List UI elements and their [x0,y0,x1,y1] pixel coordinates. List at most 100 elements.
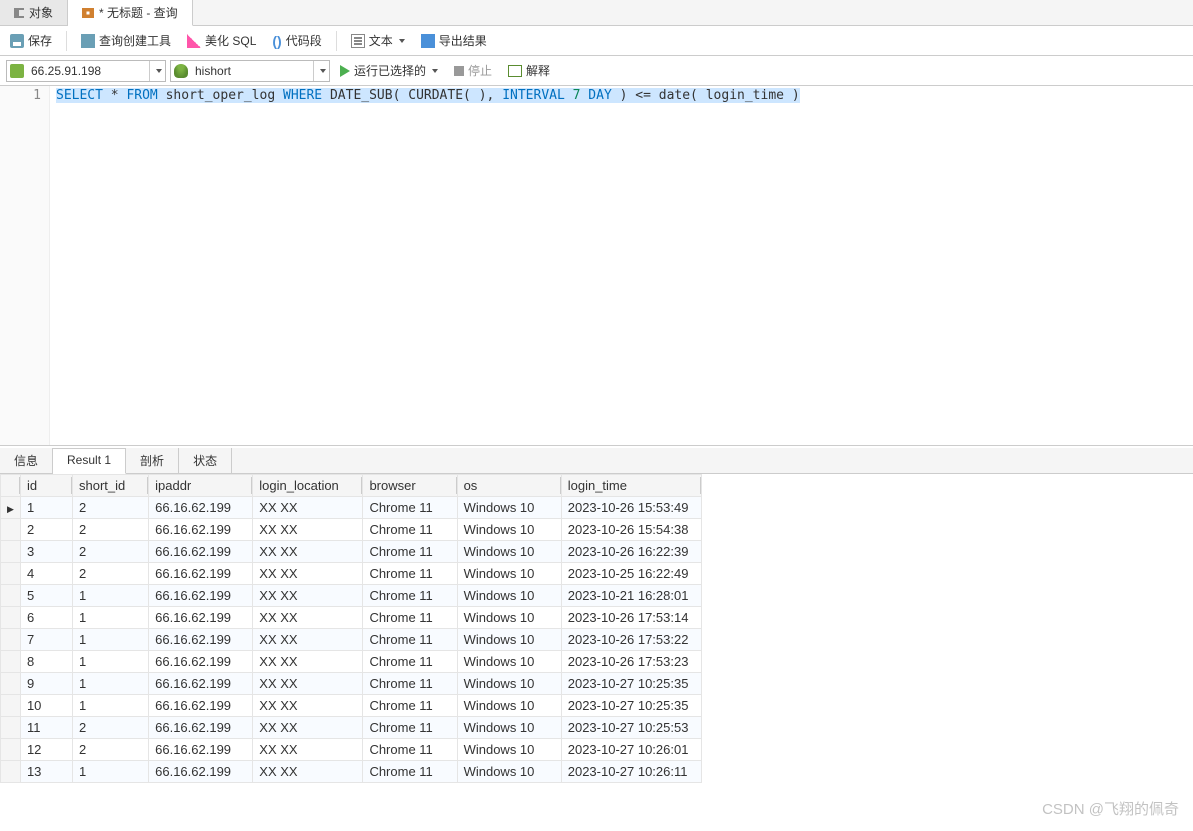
row-pointer[interactable] [1,519,21,541]
cell-id[interactable]: 8 [20,651,72,673]
save-button[interactable]: 保存 [4,29,58,52]
cell-id[interactable]: 9 [20,673,72,695]
table-row[interactable]: 13166.16.62.199XX XXChrome 11Windows 102… [1,761,702,783]
result-grid[interactable]: id short_id ipaddr login_location browse… [0,474,702,783]
cell-login_location[interactable]: XX XX [253,563,363,585]
cell-os[interactable]: Windows 10 [457,673,561,695]
cell-short_id[interactable]: 2 [73,519,149,541]
cell-id[interactable]: 2 [20,519,72,541]
table-row[interactable]: 11266.16.62.199XX XXChrome 11Windows 102… [1,717,702,739]
col-id[interactable]: id [20,475,72,497]
cell-ipaddr[interactable]: 66.16.62.199 [149,541,253,563]
cell-browser[interactable]: Chrome 11 [363,519,457,541]
cell-short_id[interactable]: 1 [73,761,149,783]
cell-browser[interactable]: Chrome 11 [363,541,457,563]
cell-id[interactable]: 13 [20,761,72,783]
cell-login_location[interactable]: XX XX [253,519,363,541]
snippet-button[interactable]: () 代码段 [266,29,327,52]
cell-login_location[interactable]: XX XX [253,651,363,673]
cell-browser[interactable]: Chrome 11 [363,717,457,739]
table-row[interactable]: 1266.16.62.199XX XXChrome 11Windows 1020… [1,497,702,519]
row-pointer[interactable] [1,739,21,761]
table-row[interactable]: 6166.16.62.199XX XXChrome 11Windows 1020… [1,607,702,629]
table-row[interactable]: 3266.16.62.199XX XXChrome 11Windows 1020… [1,541,702,563]
cell-login_location[interactable]: XX XX [253,695,363,717]
cell-browser[interactable]: Chrome 11 [363,629,457,651]
cell-browser[interactable]: Chrome 11 [363,651,457,673]
table-row[interactable]: 4266.16.62.199XX XXChrome 11Windows 1020… [1,563,702,585]
cell-id[interactable]: 3 [20,541,72,563]
cell-login_time[interactable]: 2023-10-27 10:25:53 [561,717,701,739]
cell-ipaddr[interactable]: 66.16.62.199 [149,629,253,651]
cell-login_time[interactable]: 2023-10-27 10:25:35 [561,695,701,717]
cell-ipaddr[interactable]: 66.16.62.199 [149,673,253,695]
cell-id[interactable]: 4 [20,563,72,585]
row-pointer[interactable] [1,651,21,673]
cell-login_location[interactable]: XX XX [253,541,363,563]
table-row[interactable]: 5166.16.62.199XX XXChrome 11Windows 1020… [1,585,702,607]
cell-ipaddr[interactable]: 66.16.62.199 [149,607,253,629]
cell-login_time[interactable]: 2023-10-25 16:22:49 [561,563,701,585]
cell-short_id[interactable]: 2 [73,739,149,761]
cell-login_location[interactable]: XX XX [253,607,363,629]
row-pointer[interactable] [1,695,21,717]
cell-login_time[interactable]: 2023-10-26 17:53:22 [561,629,701,651]
tab-profile[interactable]: 剖析 [126,448,179,473]
cell-os[interactable]: Windows 10 [457,695,561,717]
cell-login_time[interactable]: 2023-10-27 10:26:01 [561,739,701,761]
cell-id[interactable]: 1 [20,497,72,519]
cell-id[interactable]: 12 [20,739,72,761]
cell-login_time[interactable]: 2023-10-21 16:28:01 [561,585,701,607]
cell-short_id[interactable]: 1 [73,629,149,651]
sql-editor[interactable]: 1 SELECT * FROM short_oper_log WHERE DAT… [0,86,1193,446]
cell-ipaddr[interactable]: 66.16.62.199 [149,739,253,761]
cell-os[interactable]: Windows 10 [457,761,561,783]
table-row[interactable]: 8166.16.62.199XX XXChrome 11Windows 1020… [1,651,702,673]
cell-ipaddr[interactable]: 66.16.62.199 [149,563,253,585]
cell-login_time[interactable]: 2023-10-26 17:53:23 [561,651,701,673]
cell-os[interactable]: Windows 10 [457,739,561,761]
cell-id[interactable]: 11 [20,717,72,739]
cell-browser[interactable]: Chrome 11 [363,585,457,607]
cell-login_location[interactable]: XX XX [253,497,363,519]
run-button[interactable]: 运行已选择的 [334,59,444,82]
cell-login_time[interactable]: 2023-10-27 10:25:35 [561,673,701,695]
row-pointer[interactable] [1,607,21,629]
row-pointer[interactable] [1,629,21,651]
cell-login_location[interactable]: XX XX [253,739,363,761]
cell-os[interactable]: Windows 10 [457,607,561,629]
cell-browser[interactable]: Chrome 11 [363,673,457,695]
cell-login_location[interactable]: XX XX [253,585,363,607]
row-pointer[interactable] [1,585,21,607]
cell-id[interactable]: 7 [20,629,72,651]
cell-browser[interactable]: Chrome 11 [363,607,457,629]
table-row[interactable]: 2266.16.62.199XX XXChrome 11Windows 1020… [1,519,702,541]
cell-short_id[interactable]: 1 [73,651,149,673]
row-pointer[interactable] [1,541,21,563]
cell-login_location[interactable]: XX XX [253,761,363,783]
server-dropdown[interactable]: 66.25.91.198 [6,60,166,82]
col-ipaddr[interactable]: ipaddr [149,475,253,497]
beautify-button[interactable]: 美化 SQL [181,29,262,52]
cell-ipaddr[interactable]: 66.16.62.199 [149,761,253,783]
cell-id[interactable]: 6 [20,607,72,629]
cell-login_time[interactable]: 2023-10-26 15:54:38 [561,519,701,541]
cell-os[interactable]: Windows 10 [457,717,561,739]
cell-login_time[interactable]: 2023-10-26 16:22:39 [561,541,701,563]
cell-browser[interactable]: Chrome 11 [363,761,457,783]
tab-status[interactable]: 状态 [179,448,232,473]
export-button[interactable]: 导出结果 [415,29,493,52]
col-login-time[interactable]: login_time [561,475,701,497]
cell-browser[interactable]: Chrome 11 [363,563,457,585]
text-button[interactable]: 文本 [345,29,411,52]
query-builder-button[interactable]: 查询创建工具 [75,29,177,52]
col-browser[interactable]: browser [363,475,457,497]
table-row[interactable]: 9166.16.62.199XX XXChrome 11Windows 1020… [1,673,702,695]
tab-result1[interactable]: Result 1 [53,448,126,474]
cell-login_location[interactable]: XX XX [253,673,363,695]
col-login-location[interactable]: login_location [253,475,363,497]
stop-button[interactable]: 停止 [448,59,498,82]
row-pointer[interactable] [1,761,21,783]
row-pointer[interactable] [1,563,21,585]
tab-objects[interactable]: 对象 [0,0,68,25]
